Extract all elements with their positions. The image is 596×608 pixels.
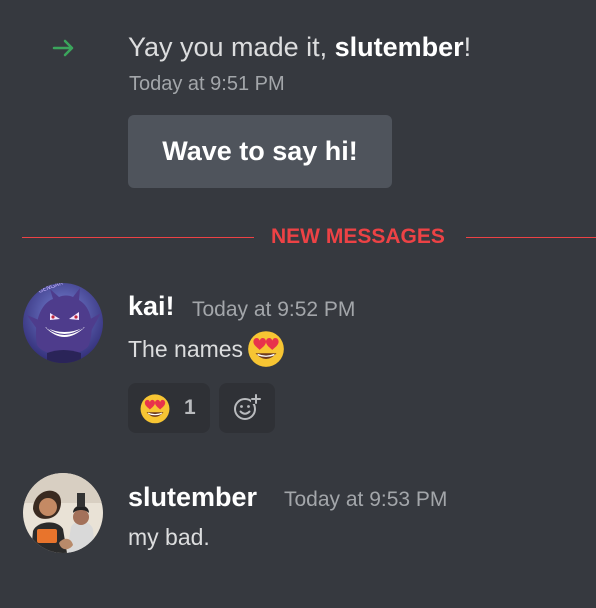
avatar[interactable]: GENGAR [23,283,103,363]
welcome-suffix: ! [463,32,472,62]
welcome-username[interactable]: slutember [335,32,464,62]
arrow-right-icon [52,39,74,57]
chat-message-list: Yay you made it, slutember! Today at 9:5… [0,0,596,608]
message-text: The names [128,336,244,363]
heart-eyes-emoji [248,331,284,367]
welcome-prefix: Yay you made it, [128,32,335,62]
message-text: my bad. [128,524,210,550]
reaction-heart-eyes[interactable]: 1 [128,383,210,433]
welcome-timestamp: Today at 9:51 PM [129,73,285,95]
avatar[interactable] [23,473,103,553]
gengar-avatar-image: GENGAR [23,283,103,363]
wave-button[interactable]: Wave to say hi! [128,115,392,188]
message-content: The names [128,331,287,369]
add-reaction-icon [234,394,261,420]
message-timestamp: Today at 9:52 PM [192,298,356,321]
heart-eyes-emoji [140,394,170,424]
reaction-count: 1 [184,396,196,419]
message-author[interactable]: kai! [128,290,175,322]
new-messages-divider-line-right [466,237,596,238]
message-timestamp: Today at 9:53 PM [284,488,448,511]
user-photo-avatar-image [23,473,103,553]
new-messages-divider-line-left [22,237,254,238]
add-reaction-button[interactable] [219,383,275,433]
message-author[interactable]: slutember [128,481,257,513]
new-messages-label: NEW MESSAGES [271,225,445,248]
welcome-message: Yay you made it, slutember! [128,30,471,64]
